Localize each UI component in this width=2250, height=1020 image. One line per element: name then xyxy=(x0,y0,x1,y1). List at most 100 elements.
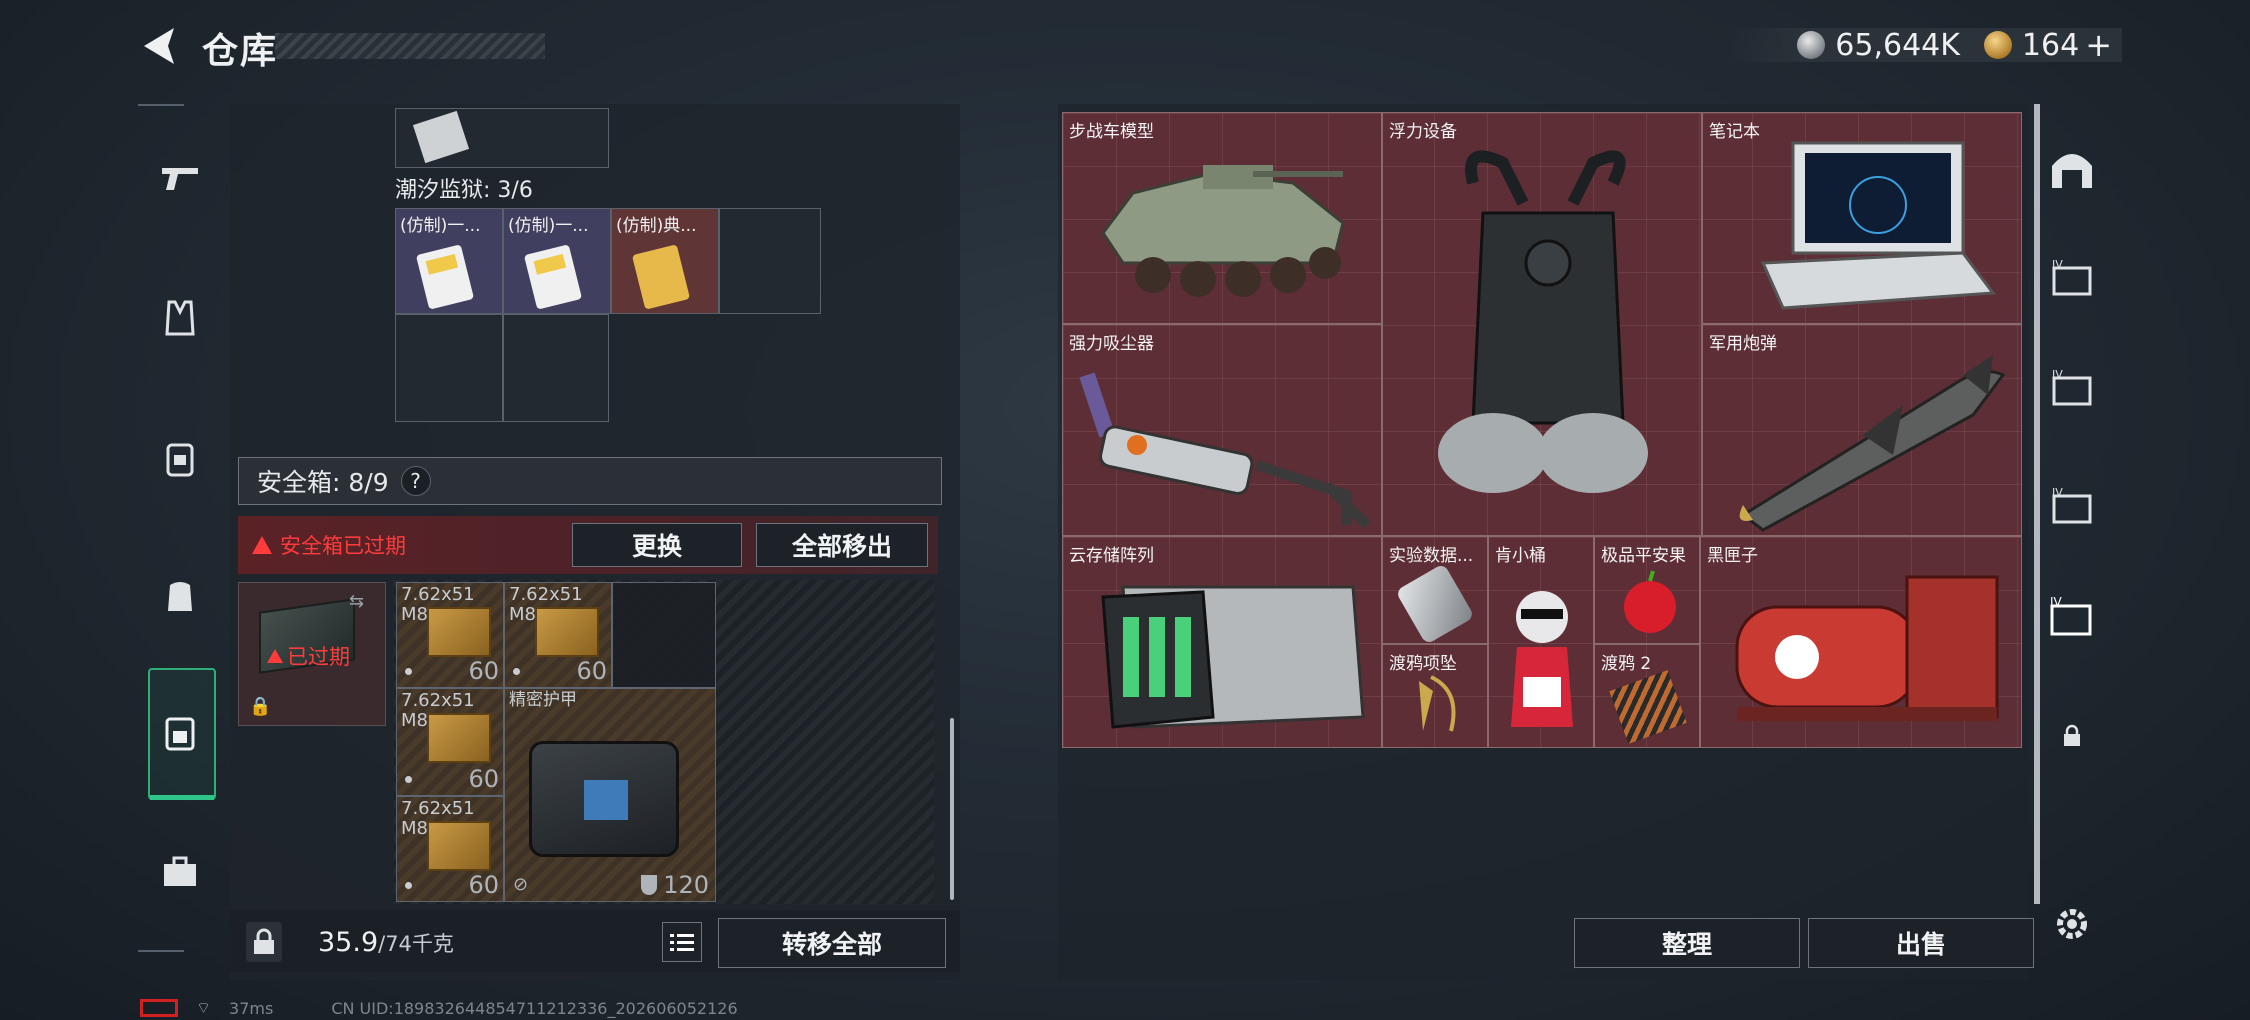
card-item-icon xyxy=(412,110,470,164)
lock-icon: 🔒 xyxy=(249,696,272,717)
item-artillery-shell[interactable]: 军用炮弹 xyxy=(1702,324,2022,536)
page-title: 仓库 xyxy=(202,31,279,72)
ammo-name: 7.62x51 xyxy=(401,798,475,819)
ammo-name: 7.62x51 xyxy=(509,584,583,605)
item-label: 强力吸尘器 xyxy=(1069,334,1154,354)
battery-icon xyxy=(140,999,178,1017)
armor-name: 精密护甲 xyxy=(509,690,577,710)
prison-card-2[interactable]: (仿制)一... xyxy=(503,208,611,314)
rail-vest[interactable] xyxy=(160,298,200,338)
rail-tab-iv-3[interactable]: IV xyxy=(2046,480,2098,532)
item-apple[interactable]: 极品平安果 xyxy=(1594,536,1700,644)
data-drive-icon xyxy=(1395,563,1475,645)
raven-item-icon xyxy=(1609,670,1687,744)
item-laptop[interactable]: 笔记本 xyxy=(1702,112,2022,324)
right-scrollbar[interactable] xyxy=(2034,104,2040,904)
scrollbar[interactable] xyxy=(950,718,954,900)
organize-button[interactable]: 整理 xyxy=(1574,918,1800,968)
rail-armor[interactable] xyxy=(160,576,200,616)
status-dot xyxy=(513,668,520,675)
item-label: 云存储阵列 xyxy=(1069,546,1154,566)
keycard-icon xyxy=(523,244,583,310)
weight-value: 35.9/74千克 xyxy=(318,927,454,958)
top-item-slot[interactable] xyxy=(395,108,609,168)
rail-safebox[interactable] xyxy=(160,712,200,752)
status-dot xyxy=(405,668,412,675)
item-raven-2[interactable]: 渡鸦 2 xyxy=(1594,644,1700,748)
item-kfc-bucket[interactable]: 肯小桶 xyxy=(1488,536,1594,748)
ammo-box-icon xyxy=(427,821,491,871)
item-ifv-model[interactable]: 步战车模型 xyxy=(1062,112,1382,324)
currency-bar: 65,644K 164 + xyxy=(1726,26,2122,64)
armored-vehicle-icon xyxy=(1101,165,1345,297)
lock-button[interactable] xyxy=(246,922,282,962)
lock-icon xyxy=(2064,724,2080,746)
server-array-icon xyxy=(1101,585,1365,729)
no-repair-icon: ⊘ xyxy=(513,874,529,895)
add-currency-button[interactable]: + xyxy=(2085,26,2112,64)
move-all-out-button[interactable]: 全部移出 xyxy=(756,523,928,567)
prison-label: 潮汐监狱: 3/6 xyxy=(395,178,533,203)
safebox-item[interactable]: 已过期 ⇆ 🔒 xyxy=(238,582,386,726)
list-view-button[interactable] xyxy=(662,922,702,962)
empty-slot[interactable] xyxy=(612,582,716,688)
empty-slot[interactable] xyxy=(719,208,821,314)
gold-coin-icon xyxy=(1983,31,2012,59)
rail-locked-tab[interactable] xyxy=(2046,710,2098,762)
backpack-icon xyxy=(166,443,194,477)
prison-card-3[interactable]: (仿制)典... xyxy=(611,208,719,314)
ammo-qty: 60 xyxy=(576,657,607,685)
back-button[interactable] xyxy=(138,24,178,68)
warning-message: 安全箱已过期 xyxy=(252,530,406,560)
item-label: 肯小桶 xyxy=(1495,546,1546,566)
flotation-device-icon xyxy=(1438,150,1648,493)
transfer-all-button[interactable]: 转移全部 xyxy=(718,918,946,968)
status-dot xyxy=(405,776,412,783)
rail-tab-iv-1[interactable]: IV xyxy=(2046,252,2098,304)
sell-button[interactable]: 出售 xyxy=(1808,918,2034,968)
title-decoration xyxy=(275,33,545,59)
ammo-qty: 60 xyxy=(468,657,499,685)
rail-case[interactable] xyxy=(160,852,200,892)
svg-text:IV: IV xyxy=(2052,258,2063,271)
safebox-icon xyxy=(165,717,195,751)
colonel-figure-icon xyxy=(1511,591,1573,727)
item-raven-pendant[interactable]: 渡鸦项坠 xyxy=(1382,644,1488,748)
item-vacuum[interactable]: 强力吸尘器 xyxy=(1062,324,1382,536)
gold-amount: 164 xyxy=(2021,27,2080,63)
armor-plate xyxy=(584,780,628,820)
warning-icon xyxy=(267,649,283,663)
item-experiment-data[interactable]: 实验数据... xyxy=(1382,536,1488,645)
ammo-item[interactable]: 7.62x51 M80 60 xyxy=(396,688,504,796)
item-flotation-device[interactable]: 浮力设备 xyxy=(1382,112,1702,536)
rail-backpack[interactable] xyxy=(160,438,200,478)
ammo-name: 7.62x51 xyxy=(401,690,475,711)
ammo-qty: 60 xyxy=(468,871,499,899)
laptop-icon xyxy=(1760,141,1996,310)
ping-value: 37ms xyxy=(229,998,274,1018)
replace-button[interactable]: 更换 xyxy=(572,523,742,567)
armor-item[interactable]: 精密护甲 ⊘ 120 xyxy=(504,688,716,902)
rail-storage-home[interactable] xyxy=(2046,142,2098,194)
empty-slot[interactable] xyxy=(395,314,503,422)
settings-button[interactable] xyxy=(2046,898,2098,950)
ammo-item[interactable]: 7.62x51 M80 60 xyxy=(396,796,504,902)
ammo-item[interactable]: 7.62x51 M80 60 xyxy=(504,582,612,688)
help-icon[interactable]: ? xyxy=(400,466,431,496)
rail-tab-iv-4-active[interactable]: IV xyxy=(2046,592,2098,644)
item-cloud-storage[interactable]: 云存储阵列 xyxy=(1062,536,1382,748)
wifi-icon: ⌔ xyxy=(196,998,212,1017)
item-label: 黑匣子 xyxy=(1707,546,1758,566)
gear-icon xyxy=(2057,909,2087,939)
ammo-item[interactable]: 7.62x51 M80 60 xyxy=(396,582,504,688)
rail-tab-iv-2[interactable]: IV xyxy=(2046,362,2098,414)
item-black-box[interactable]: 黑匣子 xyxy=(1700,536,2022,748)
expired-badge: 已过期 xyxy=(267,641,350,671)
armor-vest-icon xyxy=(529,741,679,857)
folder-tab-icon: IV xyxy=(2052,258,2092,296)
item-label: 浮力设备 xyxy=(1389,122,1457,142)
keycard-icon xyxy=(631,244,691,310)
prison-card-1[interactable]: (仿制)一... xyxy=(395,208,503,314)
empty-slot[interactable] xyxy=(503,314,609,422)
rail-weapon[interactable] xyxy=(160,158,200,198)
